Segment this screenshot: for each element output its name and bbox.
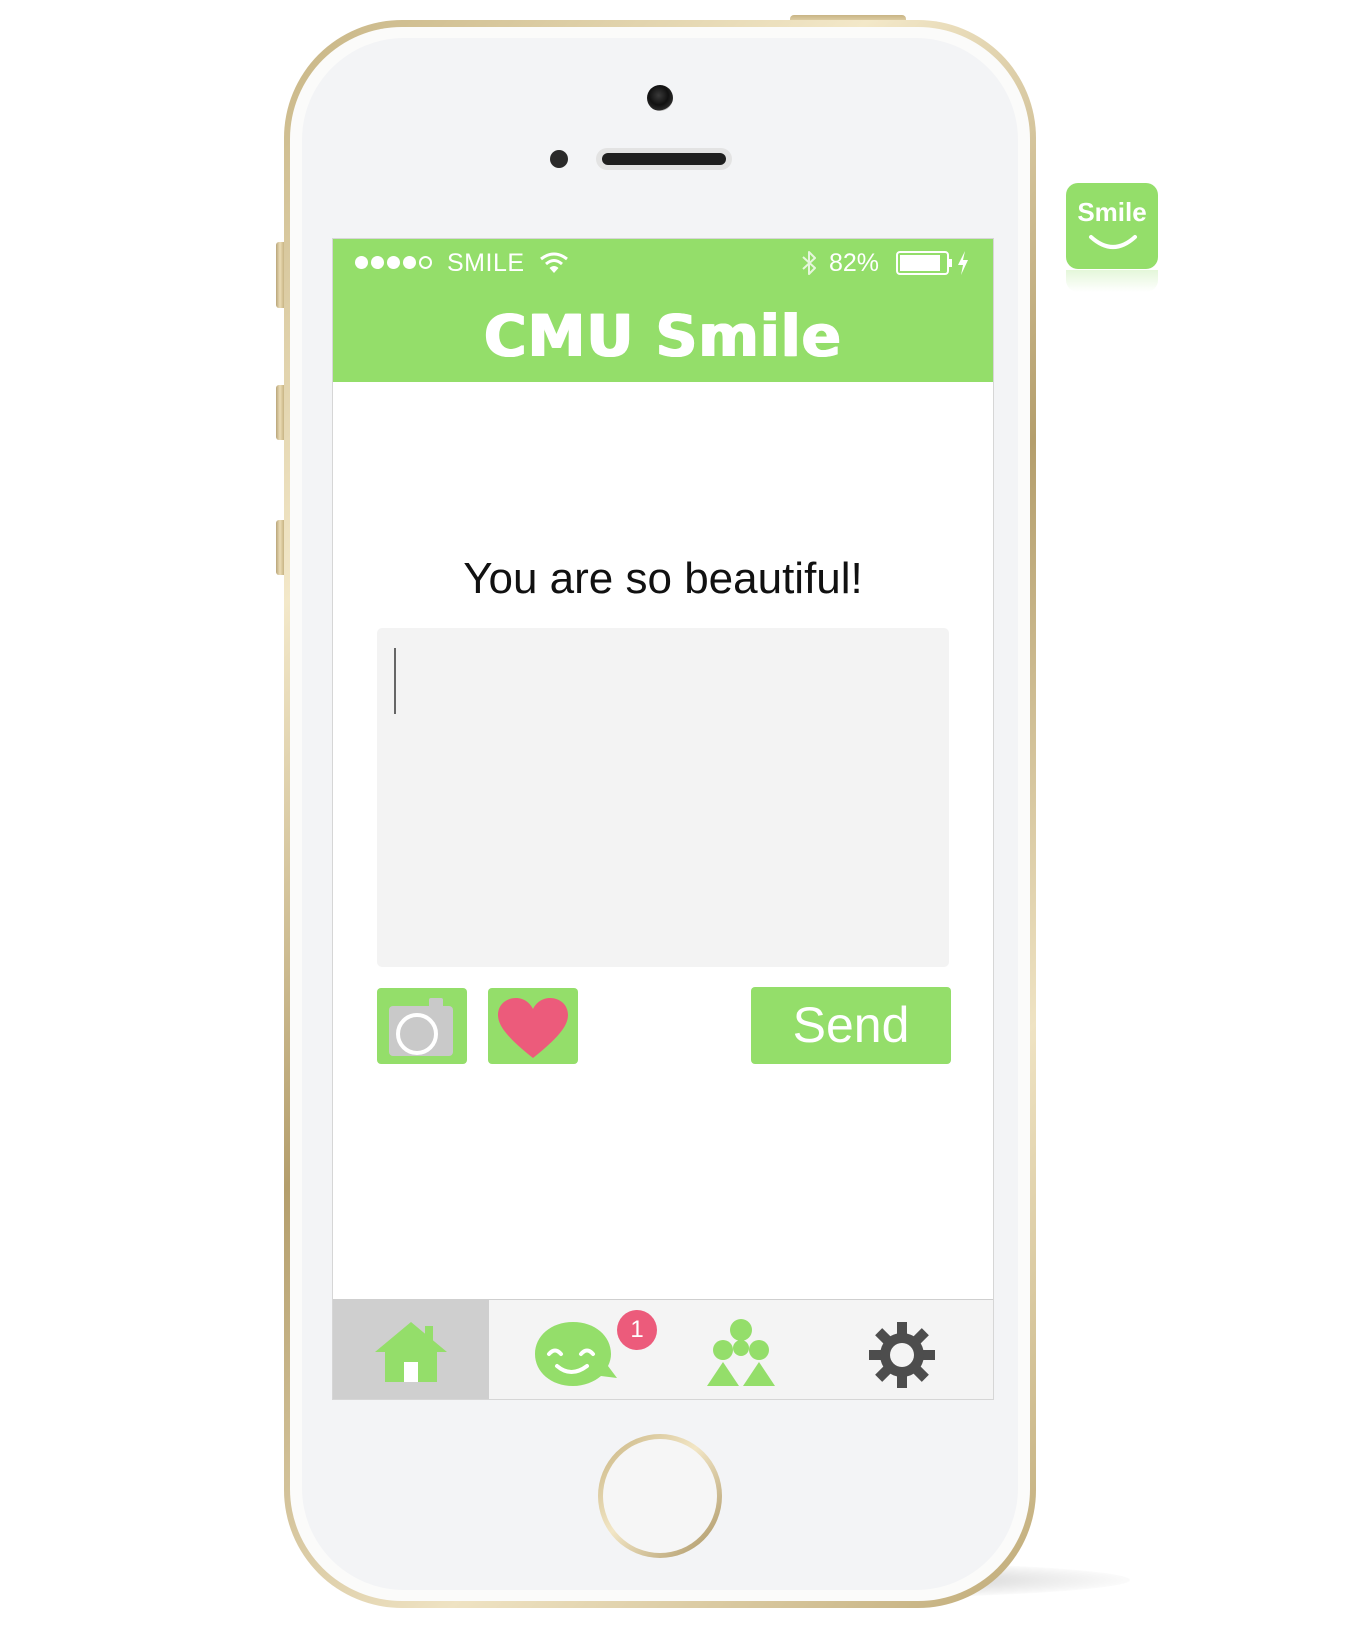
home-button[interactable] xyxy=(598,1434,722,1558)
gear-icon xyxy=(869,1322,935,1388)
smile-mouth-icon xyxy=(1089,235,1137,249)
heart-icon xyxy=(498,998,568,1058)
stage: SMILE 82% CMU Smile You are so beautiful… xyxy=(0,0,1370,1627)
signal-dot xyxy=(387,256,400,269)
volume-up-button xyxy=(276,385,284,440)
compliment-prompt: You are so beautiful! xyxy=(463,554,863,603)
notification-badge: 1 xyxy=(617,1310,657,1350)
carrier-name: SMILE xyxy=(447,249,525,277)
message-input[interactable] xyxy=(377,628,949,967)
send-heart-button[interactable] xyxy=(488,988,578,1064)
signal-dot xyxy=(419,256,432,269)
app-icon-label: Smile xyxy=(1077,197,1147,227)
camera-icon xyxy=(389,998,453,1056)
wifi-icon xyxy=(540,252,568,273)
attach-photo-button[interactable] xyxy=(377,988,467,1064)
mute-switch xyxy=(276,242,284,308)
home-icon xyxy=(375,1322,447,1382)
status-bar: SMILE 82% xyxy=(333,239,993,289)
tab-bar: 1 xyxy=(333,1299,993,1399)
battery-percent: 82% xyxy=(829,249,880,277)
proximity-sensor xyxy=(550,150,568,168)
app-title: CMU Smile xyxy=(484,302,842,370)
bluetooth-icon xyxy=(802,251,816,275)
send-button[interactable]: Send xyxy=(751,987,951,1064)
battery-icon xyxy=(896,251,952,275)
signal-dot xyxy=(371,256,384,269)
app-icon: Smile xyxy=(1066,183,1158,269)
tab-friends[interactable] xyxy=(663,1300,819,1399)
app-header: SMILE 82% CMU Smile xyxy=(333,239,993,382)
text-caret xyxy=(394,648,396,714)
earpiece-speaker xyxy=(596,148,732,170)
signal-dot xyxy=(403,256,416,269)
signal-strength xyxy=(355,256,432,269)
people-icon xyxy=(707,1319,775,1386)
front-camera xyxy=(647,85,673,111)
app-icon-reflection xyxy=(1066,270,1158,292)
volume-down-button xyxy=(276,520,284,575)
app-screen: SMILE 82% CMU Smile You are so beautiful… xyxy=(332,238,994,1400)
tab-home[interactable] xyxy=(333,1300,489,1399)
smile-chat-icon xyxy=(535,1322,617,1386)
tab-settings[interactable] xyxy=(825,1300,981,1399)
signal-dot xyxy=(355,256,368,269)
charging-bolt-icon xyxy=(958,251,968,275)
